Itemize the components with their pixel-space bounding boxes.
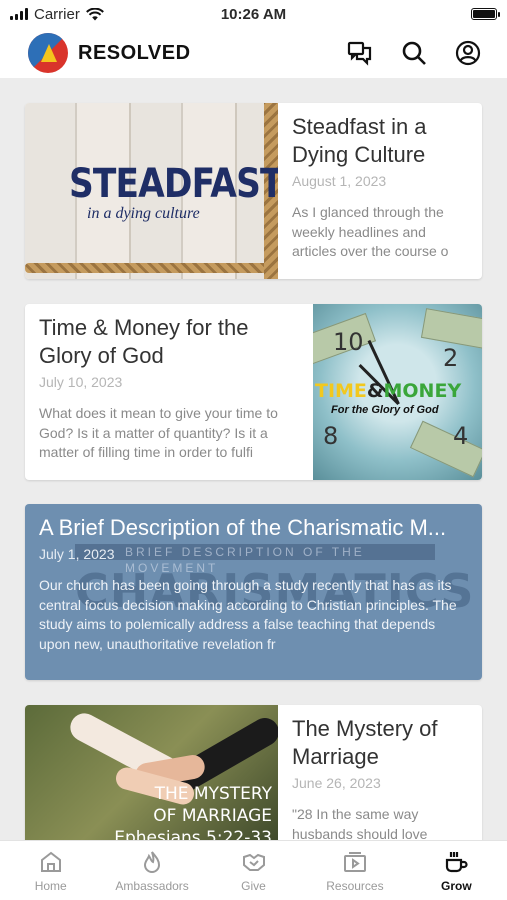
- post-thumbnail: THE MYSTERY OF MARRIAGE Ephesians 5:22-3…: [25, 705, 278, 840]
- clock: 10:26 AM: [220, 5, 287, 23]
- post-card[interactable]: BRIEF DESCRIPTION OF THE MOVEMENT CHARIS…: [25, 504, 482, 680]
- flame-icon: [144, 850, 161, 873]
- search-icon[interactable]: [399, 38, 429, 68]
- tab-label: Home: [34, 878, 67, 893]
- bottom-tab-bar: Home Ambassadors Give Resources Grow: [0, 840, 507, 900]
- status-bar: Carrier 10:26 AM: [0, 0, 507, 28]
- battery-icon: [471, 8, 500, 20]
- post-excerpt: What does it mean to give your time to G…: [39, 405, 278, 460]
- app-logo[interactable]: [28, 33, 68, 73]
- status-left: Carrier: [10, 6, 180, 23]
- post-feed[interactable]: STEADFAST in a dying culture Steadfast i…: [0, 78, 507, 840]
- thumbnail-headline: STEADFAST: [69, 161, 278, 207]
- rope-graphic: [25, 263, 278, 273]
- post-date: June 26, 2023: [292, 775, 381, 791]
- status-right: [327, 8, 500, 20]
- tab-grow[interactable]: Grow: [406, 841, 507, 900]
- tab-label: Resources: [326, 878, 384, 893]
- profile-icon[interactable]: [453, 38, 483, 68]
- tab-resources[interactable]: Resources: [304, 841, 405, 900]
- post-title: A Brief Description of the Charismatic M…: [39, 515, 447, 540]
- app-header: RESOLVED: [0, 28, 507, 78]
- thumbnail-subtitle: in a dying culture: [87, 205, 200, 222]
- wifi-icon: [85, 7, 104, 20]
- tab-ambassadors[interactable]: Ambassadors: [101, 841, 202, 900]
- post-title: Steadfast in a Dying Culture: [292, 114, 427, 167]
- post-text: Time & Money for the Glory of God July 1…: [25, 304, 313, 480]
- app-name: RESOLVED: [78, 41, 191, 64]
- post-excerpt: Our church has been going through a stud…: [39, 577, 457, 652]
- tab-label: Ambassadors: [115, 878, 189, 893]
- post-excerpt: As I glanced through the weekly headline…: [292, 204, 449, 259]
- tab-label: Give: [241, 878, 266, 893]
- post-excerpt: "28 In the same way husbands should love: [292, 806, 428, 840]
- post-title: Time & Money for the Glory of God: [39, 315, 249, 368]
- post-text: The Mystery of Marriage June 26, 2023 "2…: [278, 705, 482, 840]
- post-thumbnail: STEADFAST in a dying culture: [25, 103, 278, 279]
- thumbnail-headline: TIME&MONEY: [315, 380, 462, 402]
- thumbnail-subtitle: For the Glory of God: [331, 404, 439, 416]
- tab-home[interactable]: Home: [0, 841, 101, 900]
- chat-icon[interactable]: [345, 38, 375, 68]
- post-date: July 10, 2023: [39, 374, 123, 390]
- post-card[interactable]: STEADFAST in a dying culture Steadfast i…: [25, 103, 482, 279]
- post-text: Steadfast in a Dying Culture August 1, 2…: [278, 103, 482, 279]
- handshake-icon: [242, 853, 265, 871]
- post-card[interactable]: THE MYSTERY OF MARRIAGE Ephesians 5:22-3…: [25, 705, 482, 840]
- thumbnail-headline: THE MYSTERY OF MARRIAGE Ephesians 5:22-3…: [114, 784, 272, 840]
- tab-label: Grow: [440, 878, 472, 893]
- video-icon: [343, 851, 366, 872]
- post-text: A Brief Description of the Charismatic M…: [25, 504, 482, 680]
- carrier-label: Carrier: [34, 5, 80, 23]
- post-date: July 1, 2023: [39, 546, 115, 562]
- post-date: August 1, 2023: [292, 173, 387, 189]
- signal-icon: [10, 8, 28, 20]
- post-card[interactable]: Time & Money for the Glory of God July 1…: [25, 304, 482, 480]
- home-icon: [40, 851, 61, 872]
- post-title: The Mystery of Marriage: [292, 716, 438, 769]
- post-thumbnail: 10 2 4 8 TIME&MONEY For the Glory of God: [313, 304, 482, 480]
- tab-give[interactable]: Give: [203, 841, 304, 900]
- coffee-icon: [446, 851, 468, 872]
